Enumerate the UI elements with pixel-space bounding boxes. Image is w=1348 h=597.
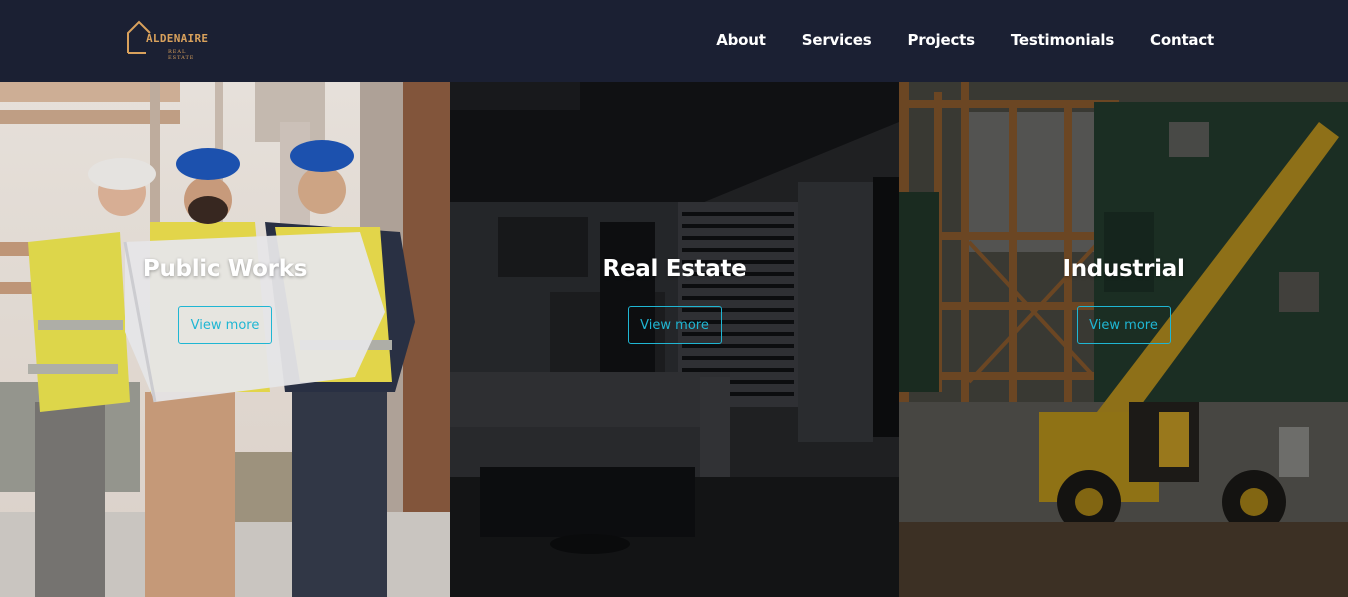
service-panel-real-estate: Real Estate View more xyxy=(450,82,899,597)
brand-logo[interactable]: ALDENAIRE REAL ESTATE xyxy=(126,20,210,61)
site-header: ALDENAIRE REAL ESTATE About Services Pro… xyxy=(0,0,1348,82)
view-more-button[interactable]: View more xyxy=(627,306,722,344)
panel-content: Real Estate View more xyxy=(450,256,899,344)
nav-item-contact[interactable]: Contact xyxy=(1150,31,1214,49)
nav-item-testimonials[interactable]: Testimonials xyxy=(1011,31,1114,49)
nav-item-about[interactable]: About xyxy=(716,31,766,49)
service-panel-industrial: Industrial View more xyxy=(899,82,1348,597)
panel-title: Industrial xyxy=(1062,256,1185,282)
service-panel-public-works: Public Works View more xyxy=(0,82,450,597)
brand-name: ALDENAIRE xyxy=(146,32,209,45)
view-more-button[interactable]: View more xyxy=(1076,306,1171,344)
panel-content: Industrial View more xyxy=(899,256,1348,344)
view-more-button[interactable]: View more xyxy=(178,306,272,344)
panel-title: Public Works xyxy=(142,256,308,282)
panel-title: Real Estate xyxy=(602,256,747,282)
nav-item-projects[interactable]: Projects xyxy=(907,31,975,49)
nav-item-services[interactable]: Services xyxy=(802,31,872,49)
main-nav: About Services Projects Testimonials Con… xyxy=(716,31,1214,49)
panel-content: Public Works View more xyxy=(0,256,450,344)
brand-tagline: REAL ESTATE xyxy=(168,49,195,61)
